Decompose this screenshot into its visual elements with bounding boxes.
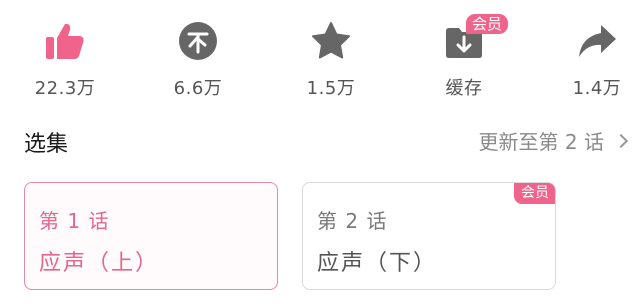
share-count: 1.4万 [572,78,622,99]
section-title: 选集 [24,132,69,157]
episode-card-2[interactable]: 会员 第 2 话 应声（下） [302,182,556,290]
star-icon [303,16,359,66]
like-button[interactable]: 22.3万 [5,16,125,100]
episode-title: 应声（上） [39,251,160,276]
share-icon [569,16,625,66]
thumbs-up-icon [37,16,93,66]
episode-number: 第 2 话 [317,209,388,233]
episode-title: 应声（下） [317,251,438,276]
episode-list: 第 1 话 应声（上） 会员 第 2 话 应声（下） [0,176,640,292]
chevron-right-icon [613,133,629,148]
like-count: 22.3万 [34,78,96,99]
update-status: 更新至第 2 话 [478,130,604,154]
episode-number: 第 1 话 [39,209,110,233]
action-bar: 22.3万 6.6万 1.5万 会员 缓存 1.4万 [0,0,640,104]
coin-count: 6.6万 [173,78,223,99]
vip-badge: 会员 [514,183,555,204]
favorite-button[interactable]: 1.5万 [271,16,391,100]
cache-label: 缓存 [445,78,483,99]
favorite-count: 1.5万 [306,78,356,99]
episode-list-link[interactable]: 更新至第 2 话 [478,126,629,155]
episode-card-1[interactable]: 第 1 话 应声（上） [24,182,278,290]
cache-button[interactable]: 会员 缓存 [404,14,524,100]
coin-button[interactable]: 6.6万 [138,16,258,100]
share-button[interactable]: 1.4万 [537,16,640,100]
episode-section-header: 选集 更新至第 2 话 [0,118,640,164]
coin-icon [170,16,226,66]
download-icon: 会员 [436,14,509,66]
vip-badge: 会员 [466,14,509,34]
